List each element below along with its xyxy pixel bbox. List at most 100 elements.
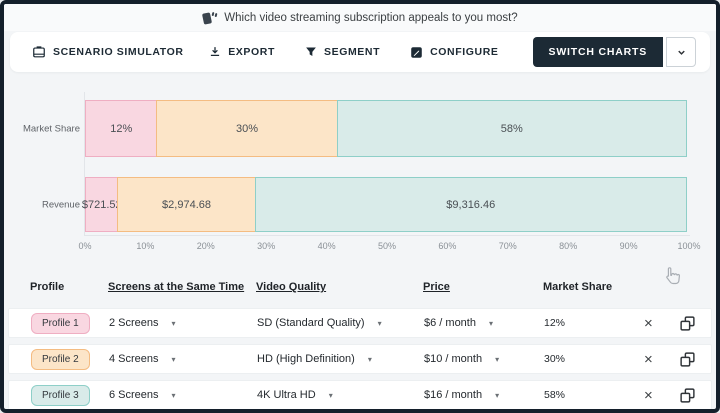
caret-down-icon: ▾ — [172, 391, 176, 400]
duplicate-icon — [679, 387, 696, 404]
video-quality-select[interactable]: 4K Ultra HD ▾ — [257, 389, 424, 401]
table-body: Profile 12 Screens▾SD (Standard Quality)… — [8, 308, 712, 413]
segment-value-label: 58% — [501, 123, 523, 135]
segment-value-label: $9,316.46 — [446, 199, 495, 211]
profile-badge[interactable]: Profile 1 — [31, 313, 90, 334]
x-tick-label: 50% — [378, 241, 396, 251]
x-tick-label: 10% — [136, 241, 154, 251]
bar-segment-profile-3[interactable]: 58% — [337, 100, 687, 157]
segment-value-label: 30% — [236, 123, 258, 135]
bar-segment-profile-2[interactable]: 30% — [156, 100, 337, 157]
column-header-video-quality[interactable]: Video Quality — [256, 281, 423, 293]
configure-label: CONFIGURE — [430, 46, 498, 58]
remove-profile-button[interactable]: × — [642, 386, 655, 405]
segment-button[interactable]: SEGMENT — [305, 46, 380, 58]
duplicate-profile-button[interactable] — [678, 350, 697, 369]
column-header-price[interactable]: Price — [423, 281, 543, 293]
switch-charts-button[interactable]: SWITCH CHARTS — [533, 37, 663, 67]
x-axis-ticks: 0%10%20%30%40%50%60%70%80%90%100% — [85, 241, 689, 253]
video-quality-select-value: SD (Standard Quality) — [257, 317, 365, 329]
caret-down-icon: ▾ — [368, 355, 372, 364]
configure-button[interactable]: CONFIGURE — [410, 46, 498, 59]
price-select-value: $6 / month — [424, 317, 476, 329]
video-quality-select[interactable]: SD (Standard Quality) ▾ — [257, 317, 424, 329]
question-text: Which video streaming subscription appea… — [224, 12, 517, 24]
market-share-value: 30% — [544, 353, 642, 365]
caret-down-icon: ▾ — [495, 355, 499, 364]
filter-icon — [305, 46, 317, 58]
x-tick-label: 60% — [438, 241, 456, 251]
segment-label: SEGMENT — [324, 46, 380, 58]
screens-select-value: 2 Screens — [109, 317, 159, 329]
video-quality-select[interactable]: HD (High Definition) ▾ — [257, 353, 424, 365]
caret-down-icon: ▾ — [329, 391, 333, 400]
segment-value-label: $2,974.68 — [162, 199, 211, 211]
column-header-market-share: Market Share — [543, 281, 641, 293]
question-bar: Which video streaming subscription appea… — [4, 4, 716, 31]
segment-value-label: 12% — [110, 123, 132, 135]
scenario-simulator-label: SCENARIO SIMULATOR — [53, 46, 184, 58]
table-row: Profile 36 Screens▾4K Ultra HD▾$16 / mon… — [8, 380, 712, 410]
table-row: Profile 2 4 Screens ▾ HD (High Definition) ▾… — [8, 344, 712, 374]
video-quality-select-value: HD (High Definition) — [257, 353, 355, 365]
bar-segment-profile-1[interactable]: 12% — [85, 100, 157, 157]
caret-down-icon: ▾ — [495, 391, 499, 400]
x-tick-label: 0% — [78, 241, 91, 251]
remove-profile-button[interactable]: × — [642, 350, 655, 369]
segment-value-label: $721.52 — [82, 199, 122, 211]
table-header: ProfileScreens at the Same TimeVideo Qua… — [8, 276, 712, 298]
x-tick-label: 30% — [257, 241, 275, 251]
market-share-value: 58% — [544, 389, 642, 401]
duplicate-profile-button[interactable] — [678, 314, 697, 333]
scenario-simulator-button[interactable]: SCENARIO SIMULATOR — [32, 45, 184, 59]
screens-select[interactable]: 2 Screens ▾ — [109, 317, 257, 329]
chevron-down-icon — [676, 47, 687, 58]
caret-down-icon: ▾ — [172, 319, 176, 328]
caret-down-icon: ▾ — [172, 355, 176, 364]
chart-row-label: Revenue — [4, 199, 80, 210]
x-tick-label: 100% — [677, 241, 700, 251]
export-label: EXPORT — [228, 46, 275, 58]
switch-charts-group: SWITCH CHARTS — [533, 37, 696, 67]
bar-segment-profile-2[interactable]: $2,974.68 — [117, 177, 255, 232]
remove-profile-button[interactable]: × — [642, 314, 655, 333]
caret-down-icon: ▾ — [378, 319, 382, 328]
app-window: Which video streaming subscription appea… — [0, 0, 720, 413]
bar-segment-profile-1[interactable]: $721.52 — [85, 177, 118, 232]
screens-select-value: 6 Screens — [109, 389, 159, 401]
bar-segment-profile-3[interactable]: $9,316.46 — [255, 177, 687, 232]
price-select[interactable]: $16 / month ▾ — [424, 389, 544, 401]
duplicate-icon — [679, 315, 696, 332]
price-select-value: $10 / month — [424, 353, 482, 365]
x-tick-label: 80% — [559, 241, 577, 251]
screens-select[interactable]: 6 Screens ▾ — [109, 389, 257, 401]
price-select-value: $16 / month — [424, 389, 482, 401]
chart-row-label: Market Share — [4, 123, 80, 134]
cards-icon — [202, 11, 216, 25]
edit-icon — [410, 46, 423, 59]
x-axis-line — [84, 235, 690, 236]
toolbar: SCENARIO SIMULATOR EXPORT SEGMENT — [10, 32, 710, 72]
download-icon — [209, 46, 221, 58]
duplicate-profile-button[interactable] — [678, 386, 697, 405]
x-tick-label: 90% — [620, 241, 638, 251]
duplicate-icon — [679, 351, 696, 368]
column-header-screens-at-the-same-time[interactable]: Screens at the Same Time — [108, 281, 256, 293]
caret-down-icon: ▾ — [489, 319, 493, 328]
chart-bar-revenue: $721.52 $2,974.68 $9,316.46 — [85, 177, 689, 232]
profile-badge[interactable]: Profile 2 — [31, 349, 90, 370]
table-row: Profile 12 Screens▾SD (Standard Quality)… — [8, 308, 712, 338]
price-select[interactable]: $10 / month ▾ — [424, 353, 544, 365]
screens-select[interactable]: 4 Screens ▾ — [109, 353, 257, 365]
profile-badge[interactable]: Profile 3 — [31, 385, 90, 406]
x-tick-label: 70% — [499, 241, 517, 251]
export-button[interactable]: EXPORT — [209, 46, 275, 58]
price-select[interactable]: $6 / month ▾ — [424, 317, 544, 329]
video-quality-select-value: 4K Ultra HD — [257, 389, 316, 401]
switch-charts-menu-button[interactable] — [666, 37, 696, 67]
column-header-profile: Profile — [30, 281, 108, 293]
x-tick-label: 40% — [318, 241, 336, 251]
chart-bar-market-share: 12% 30% 58% — [85, 100, 689, 157]
screens-select-value: 4 Screens — [109, 353, 159, 365]
market-share-value: 12% — [544, 317, 642, 329]
